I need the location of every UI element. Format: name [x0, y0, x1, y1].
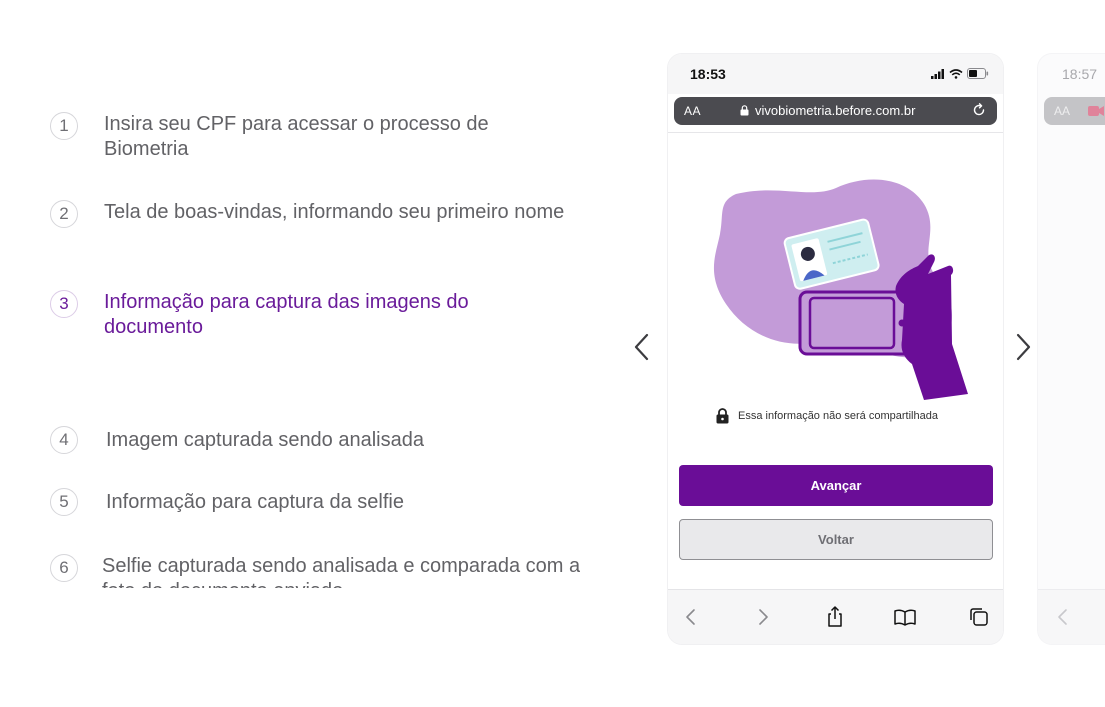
address-bar[interactable]: AA vivobiometria.before.com.br: [674, 97, 997, 125]
browser-forward-button[interactable]: [750, 604, 776, 630]
chevron-left-icon: [634, 333, 649, 361]
step-1[interactable]: 1 Insira seu CPF para acessar o processo…: [50, 112, 544, 162]
lock-icon: [740, 105, 749, 116]
back-icon: [1058, 609, 1067, 625]
bookmarks-icon: [894, 609, 916, 626]
share-icon: [828, 606, 842, 627]
step-text: Informação para captura das imagens do d…: [104, 291, 469, 338]
privacy-notice: Essa informação não será compartilhada: [716, 408, 938, 424]
steps-list: 1 Insira seu CPF para acessar o processo…: [50, 112, 580, 588]
step-number: 6: [50, 554, 78, 582]
phone-screen: 18:53 AA vivobiometria.before.com.br Ess…: [668, 54, 1003, 644]
step-number: 5: [50, 488, 78, 516]
step-6[interactable]: 6 Selfie capturada sendo analisada e com…: [50, 554, 580, 588]
document-capture-illustration: [713, 179, 968, 400]
step-number: 4: [50, 426, 78, 454]
lock-icon: [716, 408, 729, 424]
camera-icon: [1088, 106, 1104, 116]
back-icon: [686, 609, 695, 625]
next-phone-preview[interactable]: 18:57 AA: [1038, 54, 1105, 644]
reader-mode-label: AA: [1054, 104, 1071, 118]
url-display: vivobiometria.before.com.br: [740, 103, 915, 118]
wifi-icon: [949, 68, 963, 79]
address-bar: AA: [1044, 97, 1105, 125]
step-3[interactable]: 3 Informação para captura das imagens do…: [50, 290, 534, 340]
tabs-button[interactable]: [966, 604, 992, 630]
notice-text: Essa informação não será compartilhada: [738, 410, 938, 422]
tabs-icon: [970, 608, 988, 626]
forward-icon: [759, 609, 768, 625]
step-text: Selfie capturada sendo analisada e compa…: [102, 555, 580, 588]
step-text: Imagem capturada sendo analisada: [106, 429, 424, 451]
status-icons: [931, 68, 989, 79]
advance-button[interactable]: Avançar: [679, 465, 993, 506]
step-number: 2: [50, 200, 78, 228]
reload-icon[interactable]: [971, 102, 987, 118]
reader-mode-button[interactable]: AA: [684, 104, 701, 118]
step-text: Insira seu CPF para acessar o processo d…: [104, 113, 489, 160]
signal-icon: [931, 68, 944, 79]
status-time: 18:53: [690, 66, 726, 82]
share-button[interactable]: [822, 604, 848, 630]
carousel-next-button[interactable]: [1013, 330, 1033, 364]
step-4[interactable]: 4 Imagem capturada sendo analisada: [50, 426, 526, 454]
step-number: 1: [50, 112, 78, 140]
step-5[interactable]: 5 Informação para captura da selfie: [50, 488, 526, 516]
bookmarks-button[interactable]: [892, 604, 918, 630]
carousel-prev-button[interactable]: [632, 330, 652, 364]
browser-back-button[interactable]: [678, 604, 704, 630]
back-button[interactable]: Voltar: [679, 519, 993, 560]
chevron-right-icon: [1016, 333, 1031, 361]
step-text: Informação para captura da selfie: [106, 491, 404, 513]
status-bar: 18:53: [668, 54, 1003, 94]
browser-toolbar: [668, 589, 1003, 644]
url-text: vivobiometria.before.com.br: [755, 103, 916, 118]
step-2[interactable]: 2 Tela de boas-vindas, informando seu pr…: [50, 200, 574, 228]
divider: [668, 132, 1003, 133]
status-time: 18:57: [1062, 66, 1098, 82]
browser-toolbar: [1038, 589, 1105, 644]
battery-icon: [967, 68, 989, 79]
step-text: Tela de boas-vindas, informando seu prim…: [104, 201, 565, 223]
step-number: 3: [50, 290, 78, 318]
